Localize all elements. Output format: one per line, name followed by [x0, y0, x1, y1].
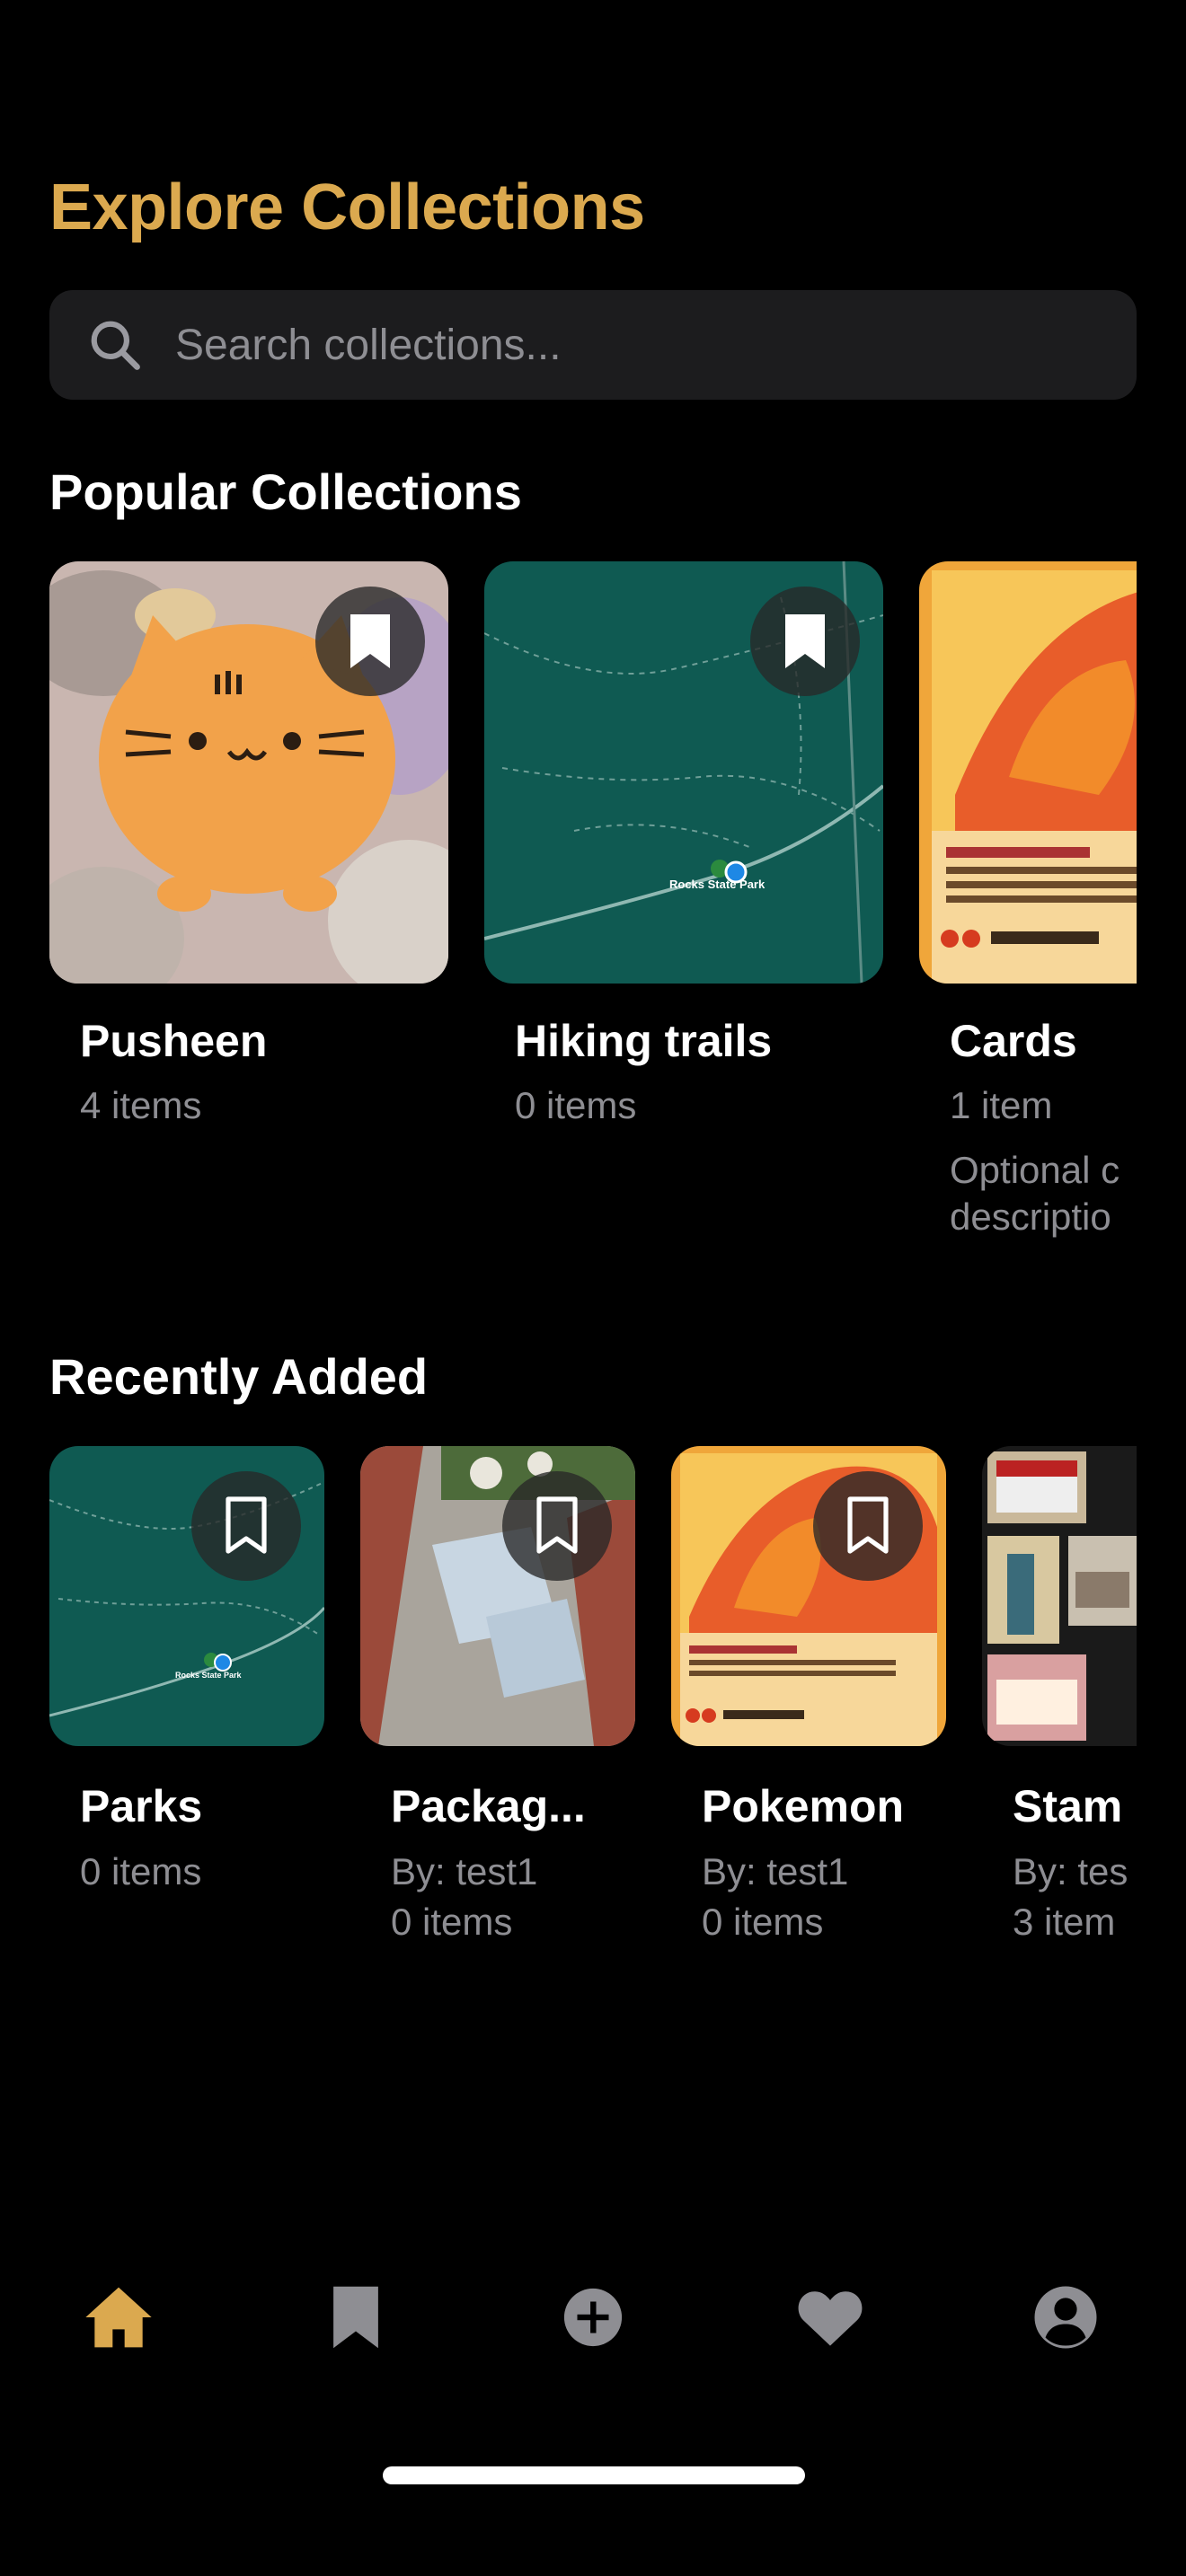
collection-count: 0 items [515, 1084, 637, 1126]
tab-bookmarks[interactable] [311, 2272, 401, 2362]
collection-title: Hiking trails [515, 1016, 773, 1066]
collection-card-stamps[interactable]: Stam By: tes 3 item [982, 1446, 1137, 1967]
tab-home[interactable] [74, 2272, 164, 2362]
map-location-label: Rocks State Park [175, 1671, 242, 1680]
section-title-recent: Recently Added [49, 1348, 429, 1405]
recently-added-row[interactable]: Rocks State Park Parks 0 items Packag...… [49, 1446, 1137, 1967]
bookmark-button[interactable] [750, 587, 860, 696]
search-bar[interactable] [49, 290, 1137, 400]
collection-card-pokemon[interactable]: Pokemon By: test1 0 items [671, 1446, 946, 1967]
collection-author: By: test1 [702, 1850, 849, 1892]
collection-thumbnail [919, 561, 1137, 984]
collection-card-parks[interactable]: Rocks State Park Parks 0 items [49, 1446, 324, 1967]
popular-collections-row[interactable]: Pusheen 4 items Rocks State Park Hiking … [49, 561, 1137, 1244]
collection-count: 4 items [80, 1084, 202, 1126]
collection-card-pusheen[interactable]: Pusheen 4 items [49, 561, 448, 1244]
collection-author: By: tes [1013, 1850, 1128, 1892]
collection-author: By: test1 [391, 1850, 538, 1892]
tab-profile[interactable] [1021, 2272, 1111, 2362]
tab-favorites[interactable] [785, 2272, 875, 2362]
bookmark-button[interactable] [502, 1471, 612, 1581]
collection-title: Pusheen [80, 1016, 268, 1066]
home-icon [85, 2287, 152, 2348]
bookmark-icon [785, 614, 825, 668]
bookmark-button[interactable] [315, 587, 425, 696]
heart-icon [798, 2291, 863, 2346]
collection-count: 0 items [80, 1850, 202, 1892]
collection-description: Optional c descriptio [950, 1149, 1120, 1238]
plus-circle-icon [563, 2288, 623, 2347]
collection-title: Cards [950, 1016, 1077, 1066]
collection-title: Parks [80, 1781, 203, 1831]
bookmark-icon [536, 1496, 578, 1554]
collection-card-cards[interactable]: Cards 1 item Optional c descriptio [919, 561, 1137, 1244]
collection-thumbnail [982, 1446, 1137, 1746]
bookmark-icon [226, 1496, 267, 1554]
bookmark-icon [350, 614, 390, 668]
bookmark-button[interactable] [813, 1471, 923, 1581]
search-input[interactable] [175, 320, 1074, 370]
bookmark-icon [333, 2286, 378, 2349]
collection-count: 1 item [950, 1084, 1053, 1126]
bookmark-icon [847, 1496, 889, 1554]
search-icon [91, 321, 140, 370]
collection-card-hiking-trails[interactable]: Rocks State Park Hiking trails 0 items [484, 561, 883, 1244]
home-indicator [383, 2466, 805, 2484]
collection-count: 3 item [1013, 1901, 1116, 1943]
page-title: Explore Collections [49, 172, 645, 243]
collection-count: 0 items [391, 1901, 513, 1943]
collection-title: Stam [1013, 1781, 1123, 1831]
collection-card-packages[interactable]: Packag... By: test1 0 items [360, 1446, 635, 1967]
collection-title: Pokemon [702, 1781, 905, 1831]
tab-bar [0, 2272, 1186, 2362]
section-title-popular: Popular Collections [49, 463, 522, 520]
user-circle-icon [1034, 2286, 1097, 2349]
collection-title: Packag... [391, 1781, 586, 1831]
bookmark-button[interactable] [191, 1471, 301, 1581]
collection-count: 0 items [702, 1901, 824, 1943]
tab-add[interactable] [548, 2272, 638, 2362]
map-location-label: Rocks State Park [669, 878, 766, 891]
